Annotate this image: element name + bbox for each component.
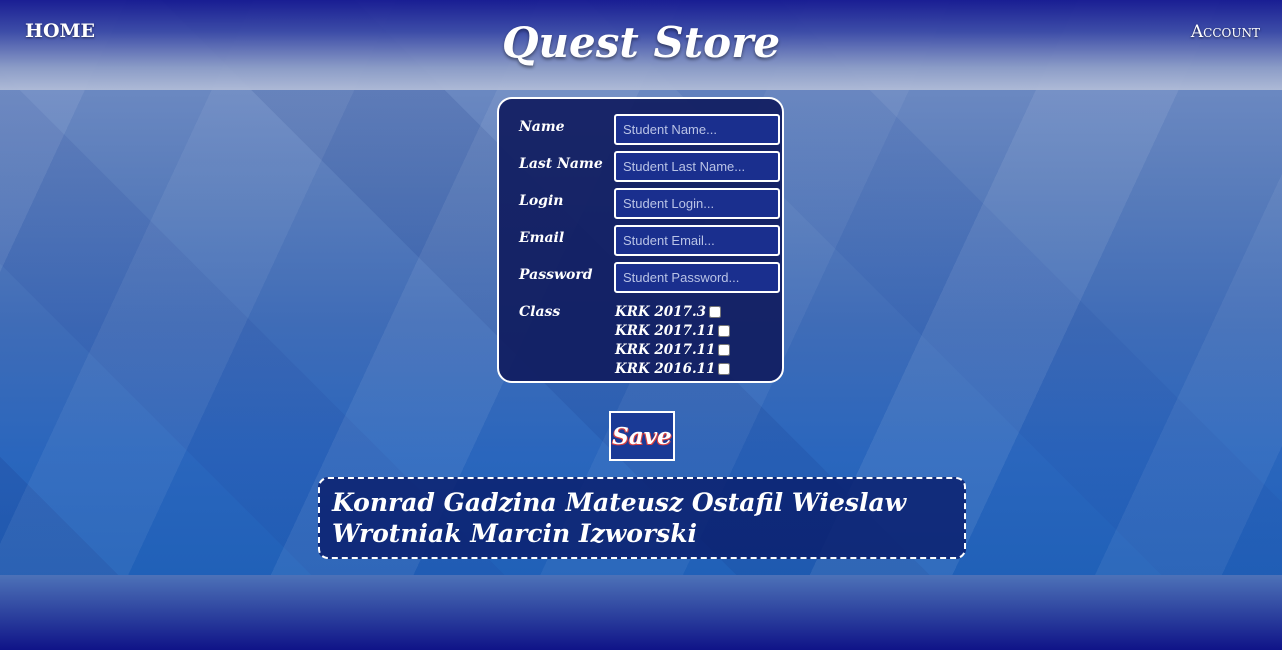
class-option[interactable]: KRK 2017.11 — [615, 321, 731, 340]
class-option[interactable]: KRK 2016.11 — [615, 359, 731, 378]
class-option[interactable]: KRK 2017.11 — [615, 340, 731, 359]
class-label: Class — [519, 304, 561, 320]
class-option-label: KRK 2017.3 — [615, 303, 707, 320]
student-password-input[interactable] — [614, 262, 780, 293]
class-checkbox[interactable] — [709, 305, 722, 318]
authors-box: Konrad Gadzina Mateusz Ostafil Wieslaw W… — [318, 477, 966, 559]
save-button[interactable]: Save — [609, 411, 675, 461]
student-form-panel: Name Last Name Login Email Password Clas… — [497, 97, 784, 383]
class-option[interactable]: KRK 2017.3 — [615, 302, 730, 321]
class-option-label: KRK 2016.11 — [615, 360, 716, 377]
student-login-input[interactable] — [614, 188, 780, 219]
class-checkbox[interactable] — [718, 343, 731, 356]
email-label: Email — [519, 230, 565, 246]
class-option-label: KRK 2017.11 — [615, 341, 716, 358]
password-label: Password — [519, 267, 593, 283]
site-title: Quest Store — [501, 18, 781, 67]
student-last-name-input[interactable] — [614, 151, 780, 182]
login-label: Login — [519, 193, 564, 209]
class-checkbox-list: KRK 2017.3 KRK 2017.11 KRK 2017.11 KRK 2… — [615, 302, 731, 378]
class-checkbox[interactable] — [718, 324, 731, 337]
footer-bar — [0, 575, 1282, 650]
last-name-label: Last Name — [519, 156, 603, 172]
nav-account-link[interactable]: Account — [1191, 22, 1260, 42]
student-name-input[interactable] — [614, 114, 780, 145]
student-email-input[interactable] — [614, 225, 780, 256]
class-option-label: KRK 2017.11 — [615, 322, 716, 339]
class-checkbox[interactable] — [718, 362, 731, 375]
name-label: Name — [519, 119, 565, 135]
